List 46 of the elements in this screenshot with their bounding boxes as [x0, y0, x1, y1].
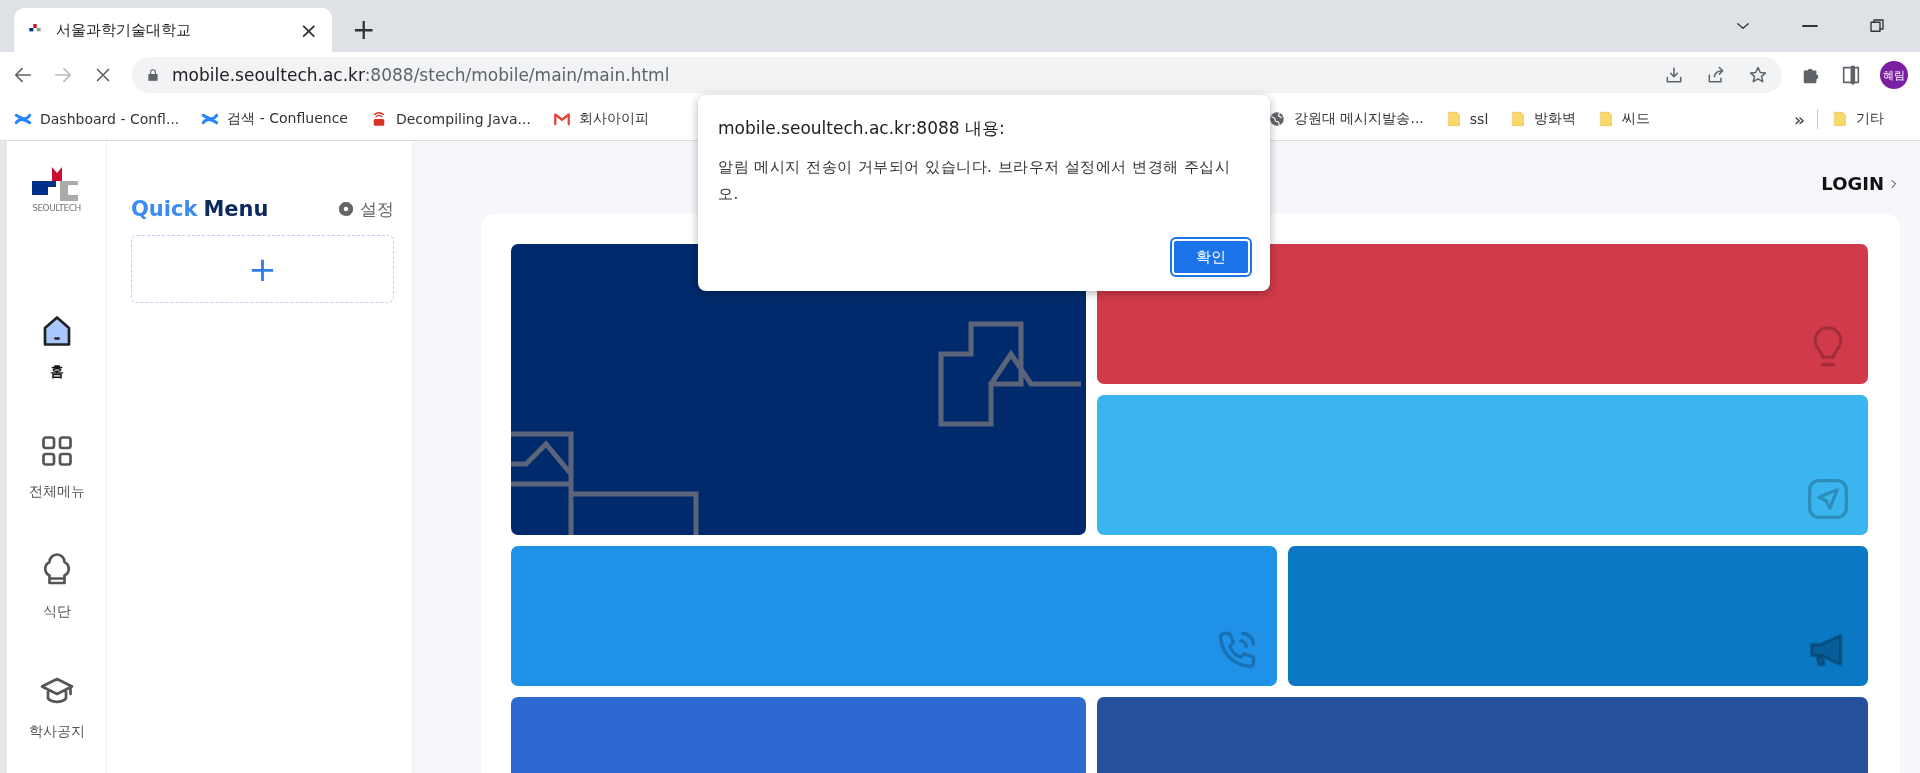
- tab-title: 서울과학기술대학교: [56, 20, 192, 40]
- menu-tile[interactable]: [511, 546, 1277, 686]
- folder-icon: [1510, 110, 1527, 128]
- nav-item[interactable]: 학사공지: [28, 673, 85, 741]
- bookmark-link[interactable]: 씨드: [1598, 110, 1651, 128]
- address-bar[interactable]: mobile.seoultech.ac.kr:8088/stech/mobile/main/main.html: [132, 57, 1782, 93]
- menu-tile[interactable]: [1097, 244, 1868, 384]
- restore-icon: [1868, 17, 1886, 35]
- nav-item[interactable]: 전체메뉴: [28, 433, 85, 501]
- bookmark-link[interactable]: 강원대 메시지발송...: [1268, 110, 1424, 128]
- star-icon: [1748, 65, 1768, 85]
- paper-plane-icon: [1806, 477, 1850, 521]
- close-tab-button[interactable]: ×: [299, 17, 318, 43]
- bookmark-folder[interactable]: 기타: [1832, 110, 1884, 128]
- bookmark-link[interactable]: Dashboard - Confl...: [14, 110, 180, 128]
- bookmark-link[interactable]: 회사아이피: [552, 110, 649, 128]
- bookmark-link[interactable]: Decompiling Java...: [369, 110, 531, 128]
- logo-text: SEOULTECH: [32, 203, 81, 213]
- new-tab-button[interactable]: +: [352, 13, 376, 46]
- bookmark-link[interactable]: ssl: [1445, 110, 1489, 128]
- lock-icon: [146, 67, 160, 83]
- quick-menu-title: Quick Menu: [131, 197, 269, 221]
- url-text: mobile.seoultech.ac.kr:8088/stech/mobile/main/main.html: [172, 65, 670, 85]
- folder-icon: [1832, 110, 1848, 128]
- nav-item[interactable]: 식단: [38, 553, 75, 621]
- ok-button[interactable]: 확인: [1172, 239, 1250, 275]
- share-icon: [1706, 65, 1726, 85]
- bookmark-link[interactable]: 방화벽: [1510, 110, 1577, 128]
- folder-icon: [1445, 110, 1462, 128]
- profile-avatar[interactable]: 혜림: [1880, 61, 1908, 89]
- menu-tile[interactable]: [1287, 546, 1868, 686]
- browser-tab[interactable]: 서울과학기술대학교 ×: [14, 8, 332, 52]
- folder-icon: [1598, 110, 1615, 128]
- mail-logo-icon: [552, 110, 571, 128]
- settings-button[interactable]: 설정: [337, 197, 394, 221]
- nav-item[interactable]: 홈: [38, 313, 75, 381]
- menu-tile[interactable]: [1097, 395, 1868, 535]
- dialog-message: 알림 메시지 전송이 거부되어 있습니다. 브라우저 설정에서 변경해 주십시오.: [718, 157, 1232, 205]
- login-button[interactable]: LOGIN: [1821, 173, 1900, 194]
- add-quick-menu-button[interactable]: +: [131, 235, 394, 303]
- bookmark-link[interactable]: 검색 - Confluence: [201, 110, 348, 128]
- side-panel-icon: [1840, 64, 1862, 86]
- install-icon: [1664, 65, 1684, 85]
- minimize-icon: [1802, 25, 1818, 27]
- dialog-title: mobile.seoultech.ac.kr:8088 내용:: [718, 117, 1006, 140]
- more-bookmarks-button[interactable]: »: [1794, 108, 1805, 130]
